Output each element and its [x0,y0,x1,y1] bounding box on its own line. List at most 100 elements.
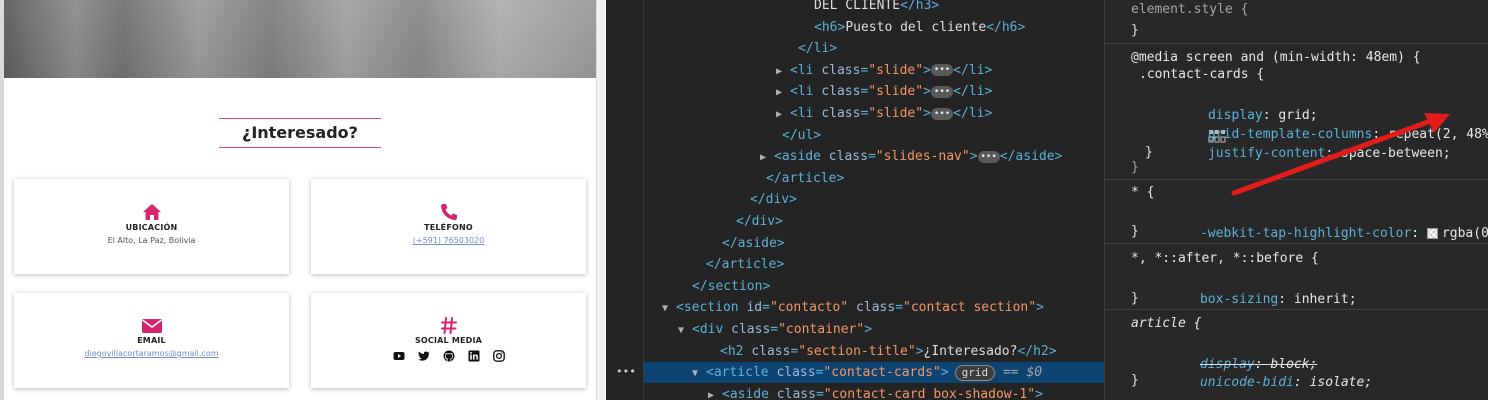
prop-name: box-sizing [1199,292,1279,307]
dom-node[interactable]: </article> [644,254,1104,275]
markup-token: class [751,343,791,359]
decl-display-overridden[interactable]: display: block; [1153,335,1317,372]
expand-toggle-icon[interactable]: ▶ [776,61,790,82]
dom-node[interactable]: ▼ <div class="container"> [644,319,1104,340]
dom-node[interactable]: ▶ <aside class="slides-nav"> ••• </aside> [644,146,1104,167]
markup-token: </ul> [782,127,822,143]
github-icon[interactable] [443,350,455,362]
markup-token: <li [790,62,822,78]
youtube-icon[interactable] [393,350,405,362]
markup-token: "slide" [868,106,924,121]
contact-cards-selector[interactable]: .contact-cards { [1139,65,1264,85]
markup-token: </li> [953,106,993,121]
dom-node[interactable]: </aside> [644,233,1104,254]
phone-icon [440,204,457,220]
linkedin-icon[interactable] [468,350,480,362]
decl-unicode-bidi[interactable]: unicode-bidi: isolate; [1153,353,1372,390]
collapse-toggle-icon[interactable]: ▼ [692,363,706,384]
decl-display[interactable]: display: grid; [1161,86,1318,142]
text-node: Puesto del cliente [845,19,987,35]
markup-token: "slide" [868,62,924,78]
markup-token: id [746,300,763,316]
collapsed-content-badge[interactable]: ••• [977,150,1000,163]
markup-token: </article> [766,170,845,186]
color-swatch[interactable] [1426,228,1438,239]
expand-toggle-icon[interactable]: ▶ [776,104,790,125]
markup-token: </h2> [1017,343,1057,359]
envelope-icon [141,319,162,333]
collapse-toggle-icon[interactable]: ▼ [678,320,692,341]
close-brace: } [1131,373,1139,388]
dom-node[interactable]: ▶ <li class="slide"> ••• </li> [644,81,1104,102]
instagram-icon[interactable] [492,350,505,362]
hashtag-icon [440,317,457,334]
markup-token: > [923,62,931,78]
markup-token: "contact section" [903,300,1037,316]
markup-token: "contact-card box-shadow-1" [823,386,1036,400]
dom-node[interactable]: ▶ <li class="slide"> ••• </li> [644,60,1104,81]
prop-name: -webkit-tap-highlight-color [1199,226,1412,241]
markup-token: class [731,322,771,337]
markup-token: class [821,84,861,100]
dom-node[interactable]: DEL CLIENTE</h3> [644,0,1104,16]
collapsed-content-badge[interactable]: ••• [930,85,954,98]
dom-node[interactable]: <h6>Puesto del cliente</h6> [644,17,1104,38]
markup-token: </li> [953,84,993,100]
collapsed-content-badge[interactable]: ••• [930,64,954,77]
markup-token: <h2 [720,343,752,359]
page-scrollbar[interactable] [596,0,606,400]
elements-gutter [606,0,644,400]
decl-tap-highlight[interactable]: -webkit-tap-highlight-color: rgba(0, 0 [1153,204,1488,241]
markup-token: <h6> [814,19,846,35]
markup-token: > [915,343,924,359]
collapsed-content-badge[interactable]: ••• [930,107,954,120]
viewport-edge [0,0,4,400]
markup-token: "slide" [868,84,924,100]
dom-node[interactable]: ▶ <li class="slide"> ••• </li> [644,103,1104,124]
elements-panel: ••• DEL CLIENTE</h3> <h6>Puesto del clien… [606,0,1104,400]
dom-node[interactable]: </section> [644,276,1104,297]
dom-node[interactable]: </div> [644,211,1104,232]
close-brace: } [1145,145,1153,160]
markup-token: <div [692,322,732,337]
rule-element-style: element.style { } [1105,0,1488,44]
expand-toggle-icon[interactable]: ▶ [708,385,722,400]
markup-token: </div> [750,192,797,208]
dom-node[interactable]: </div> [644,189,1104,210]
dom-node-selected[interactable]: ▼ <article class="contact-cards"> grid == … [644,362,1104,384]
pseudo-selector[interactable]: *, *::after, *::before { [1131,249,1319,269]
decl-box-sizing[interactable]: box-sizing: inherit; [1153,270,1357,307]
page-preview: ¿Interesado? UBICACIÓN El Alto, La Paz, … [0,0,606,400]
collapse-toggle-icon[interactable]: ▼ [662,298,676,319]
article-selector[interactable]: article { [1131,314,1201,334]
expand-toggle-icon[interactable]: ▶ [776,82,790,103]
grid-badge[interactable]: grid [954,364,996,381]
dom-node[interactable]: ▶ <aside class="contact-card box-shadow-1… [644,384,1104,400]
markup-token [848,300,856,315]
markup-token: = [867,149,876,165]
prop-name: unicode-bidi [1199,375,1294,390]
markup-token: > [864,322,873,337]
dom-node[interactable]: </article> [644,168,1104,189]
dom-node[interactable]: </li> [644,38,1104,59]
email-link[interactable]: diegovillacortaramos@gmail.com [14,349,289,358]
twitter-icon[interactable] [417,350,430,362]
prop-value: isolate; [1309,375,1373,390]
markup-token: > [940,365,949,381]
more-actions-dots[interactable]: ••• [616,365,636,378]
markup-token: </h3> [900,0,940,13]
expand-toggle-icon[interactable]: ▶ [760,147,774,168]
phone-link[interactable]: (+591) 76503020 [311,236,586,245]
element-style-selector[interactable]: element.style { [1131,0,1248,20]
contact-card-email: EMAIL diegovillacortaramos@gmail.com [14,293,289,388]
dom-node[interactable]: </ul> [644,125,1104,146]
styles-panel: element.style { } @media screen and (min… [1104,0,1488,400]
dom-node[interactable]: <h2 class="section-title">¿Interesado?</… [644,341,1104,362]
contact-card-social: SOCIAL MEDIA [311,293,586,388]
markup-token: class [776,386,816,400]
markup-token: <aside [774,149,829,165]
markup-token: > [923,106,931,121]
text-node: ¿Interesado? [923,343,1018,359]
universal-selector[interactable]: * { [1131,183,1154,203]
dom-node[interactable]: ▼ <section id="contacto" class="contact s… [644,297,1104,318]
